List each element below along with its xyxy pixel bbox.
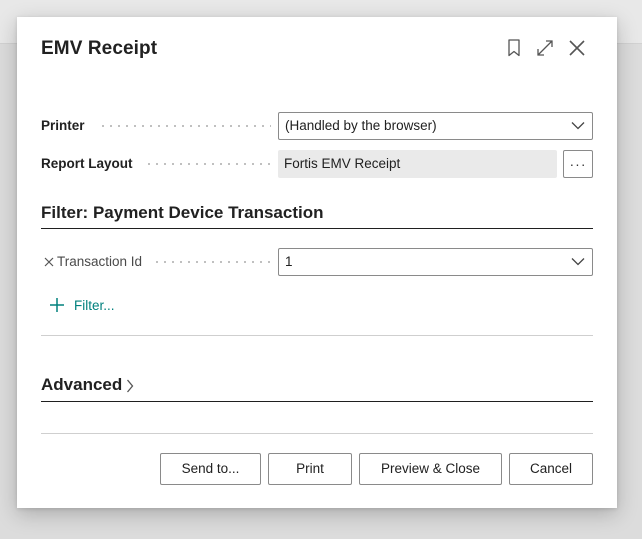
advanced-label: Advanced <box>41 375 123 394</box>
emv-receipt-dialog: EMV Receipt Printer (Handled by the brow… <box>17 17 617 508</box>
filter-row-transaction-id: Transaction Id 1 <box>41 248 593 276</box>
chevron-right-icon <box>127 379 134 393</box>
plus-icon <box>50 298 64 312</box>
printer-row: Printer (Handled by the browser) <box>41 112 593 140</box>
close-button[interactable] <box>566 37 588 59</box>
section-divider <box>41 401 593 402</box>
chevron-down-icon <box>571 258 585 266</box>
printer-label: Printer <box>41 118 85 133</box>
report-layout-label: Report Layout <box>41 156 133 171</box>
expand-button[interactable] <box>534 37 556 59</box>
send-to-button[interactable]: Send to... <box>160 453 261 485</box>
bookmark-icon <box>508 39 520 57</box>
filter-section-title: Filter: Payment Device Transaction <box>41 203 324 222</box>
report-layout-lookup-button[interactable]: ··· <box>563 150 593 178</box>
transaction-id-value: 1 <box>285 254 293 269</box>
section-divider <box>41 335 593 336</box>
dotted-leader <box>99 125 271 127</box>
chevron-down-icon <box>571 122 585 130</box>
dialog-title: EMV Receipt <box>41 38 158 59</box>
print-button[interactable]: Print <box>268 453 352 485</box>
close-icon <box>569 40 585 56</box>
add-filter-label: Filter... <box>74 297 115 313</box>
expand-icon <box>537 40 553 56</box>
dotted-leader <box>145 163 271 165</box>
transaction-id-label: Transaction Id <box>57 254 143 269</box>
printer-select[interactable]: (Handled by the browser) <box>278 112 593 140</box>
add-filter-button[interactable]: Filter... <box>49 295 115 315</box>
transaction-id-select[interactable]: 1 <box>278 248 593 276</box>
report-layout-value[interactable]: Fortis EMV Receipt <box>278 150 557 178</box>
bookmark-button[interactable] <box>503 37 525 59</box>
report-layout-row: Report Layout Fortis EMV Receipt ··· <box>41 150 593 178</box>
advanced-toggle[interactable]: Advanced <box>41 375 134 395</box>
printer-value: (Handled by the browser) <box>285 118 437 133</box>
cancel-button[interactable]: Cancel <box>509 453 593 485</box>
remove-filter-icon[interactable] <box>44 257 54 267</box>
footer-divider <box>41 433 593 434</box>
dotted-leader <box>153 261 271 263</box>
section-divider <box>41 228 593 229</box>
preview-close-button[interactable]: Preview & Close <box>359 453 502 485</box>
